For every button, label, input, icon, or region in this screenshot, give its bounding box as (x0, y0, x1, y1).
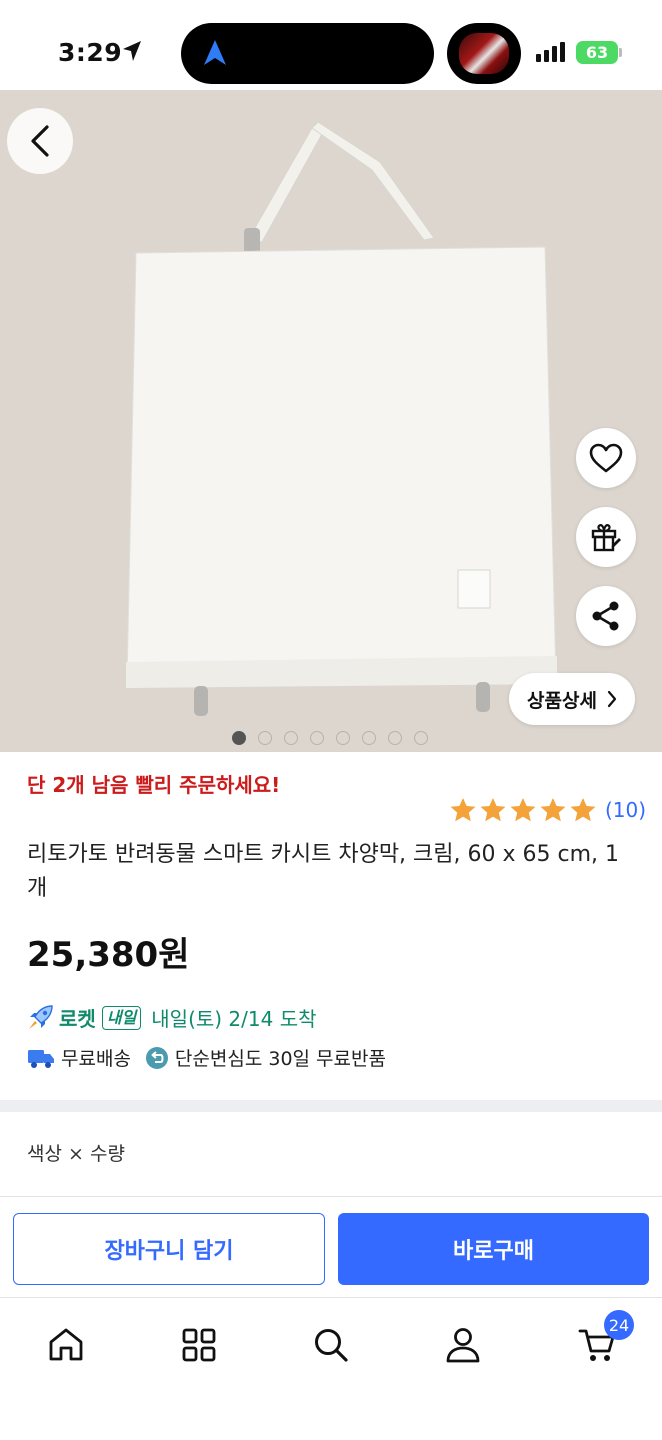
section-divider (0, 1100, 662, 1112)
star-icon (540, 798, 566, 822)
cart-count-badge: 24 (604, 1310, 634, 1340)
my-page-icon (446, 1328, 480, 1363)
product-image[interactable]: 상품상세 (0, 90, 662, 752)
nav-my-page[interactable] (438, 1320, 488, 1370)
cellular-signal-icon (536, 42, 565, 62)
star-icon (570, 798, 596, 822)
gift-button[interactable] (576, 507, 636, 567)
nav-home[interactable] (41, 1320, 91, 1370)
product-detail-label: 상품상세 (527, 689, 597, 712)
chevron-right-icon (607, 690, 617, 708)
chevron-left-icon (31, 125, 49, 157)
return-icon (145, 1046, 168, 1069)
carousel-dot[interactable] (232, 731, 246, 745)
live-activity (447, 23, 521, 84)
wishlist-button[interactable] (576, 428, 636, 488)
battery-icon: 63 (576, 41, 618, 64)
status-time: 3:29 (58, 38, 123, 67)
arrival-date: 내일(토) 2/14 도착 (151, 1007, 317, 1031)
product-rating[interactable]: (10) (449, 797, 646, 823)
shipping-benefits: 무료배송 단순변심도 30일 무료반품 (27, 1044, 400, 1071)
nav-search[interactable] (306, 1320, 356, 1370)
heart-icon (589, 443, 623, 473)
location-arrow-icon (123, 41, 141, 61)
status-bar: 3:29 63 (0, 0, 662, 90)
carousel-dot[interactable] (414, 731, 428, 745)
gift-icon (591, 524, 621, 552)
image-carousel-dots (232, 731, 428, 745)
stock-urgency-text: 단 2개 남음 빨리 주문하세요! (27, 773, 281, 797)
share-button[interactable] (576, 586, 636, 646)
rating-stars (449, 797, 597, 823)
star-icon (510, 798, 536, 822)
truck-icon (28, 1049, 54, 1068)
star-icon (450, 798, 476, 822)
rocket-delivery-info: 로켓 내일 내일(토) 2/14 도착 (27, 1003, 317, 1032)
product-title: 리토가토 반려동물 스마트 카시트 차양막, 크림, 60 x 65 cm, 1… (27, 842, 620, 901)
carousel-dot[interactable] (310, 731, 324, 745)
battery-level: 63 (585, 43, 609, 62)
carousel-dot[interactable] (362, 731, 376, 745)
nav-category[interactable] (174, 1320, 224, 1370)
battery-cap (619, 48, 622, 57)
carousel-dot[interactable] (258, 731, 272, 745)
navigation-arrow-icon (204, 40, 226, 65)
carousel-dot[interactable] (284, 731, 298, 745)
free-return-text: 단순변심도 30일 무료반품 (174, 1048, 386, 1070)
search-icon (315, 1329, 348, 1362)
star-icon (480, 798, 506, 822)
live-activity-thumbnail (459, 33, 509, 74)
product-detail-button[interactable]: 상품상세 (509, 673, 635, 725)
carousel-dot[interactable] (336, 731, 350, 745)
rocket-icon (29, 1004, 53, 1029)
free-shipping-text: 무료배송 (61, 1048, 131, 1070)
review-count[interactable]: (10) (605, 798, 646, 822)
rocket-label: 로켓 (59, 1007, 96, 1031)
back-button[interactable] (7, 108, 73, 174)
rocket-badge: 내일 (101, 1005, 142, 1030)
product-photo (0, 90, 662, 752)
bottom-navigation (0, 1298, 662, 1440)
buy-now-button[interactable]: 바로구매 (338, 1213, 649, 1285)
carousel-dot[interactable] (388, 731, 402, 745)
share-icon (592, 601, 619, 631)
category-icon (182, 1328, 216, 1362)
home-icon (49, 1328, 83, 1361)
purchase-action-bar: 장바구니 담기 바로구매 (0, 1196, 662, 1298)
dynamic-island (181, 23, 434, 84)
product-price: 25,380원 (27, 935, 190, 975)
option-selector[interactable]: 색상 × 수량 (27, 1139, 125, 1166)
add-to-cart-button[interactable]: 장바구니 담기 (13, 1213, 325, 1285)
